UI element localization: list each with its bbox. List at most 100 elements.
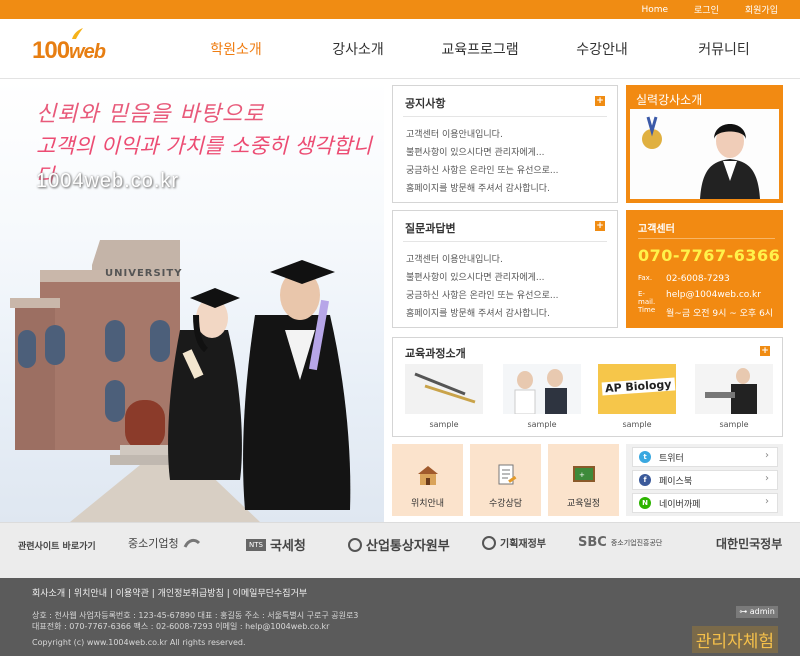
customer-phone: 070-7767-6366: [638, 246, 781, 265]
teacher-title: 실력강사소개: [636, 93, 703, 107]
key-icon: ⊶: [739, 607, 748, 616]
list-item[interactable]: 홈페이지를 방문해 주셔서 감사합니다.: [406, 305, 559, 323]
site-mosf[interactable]: 기획재정부: [482, 535, 546, 550]
teacher-box[interactable]: 실력강사소개: [626, 85, 783, 203]
book-title: AP Biology: [601, 377, 675, 396]
schedule-button[interactable]: + 교육일정: [548, 444, 619, 516]
footer: 회사소개 | 위치안내 | 이용약관 | 개인정보취급방침 | 이메일무단수집거…: [0, 578, 800, 656]
nav-item-instructors[interactable]: 강사소개: [297, 39, 419, 59]
courses-title: 교육과정소개: [405, 347, 466, 360]
related-sites: 관련사이트 바로가기 중소기업청 NTS 국세청 산업통상자원부 기획재정부 S…: [0, 522, 800, 578]
time-row: Time 월~금 오전 9시 ~ 오후 6시: [638, 306, 774, 319]
course-thumb[interactable]: AP Biology: [598, 364, 676, 414]
document-icon: [498, 464, 517, 485]
footer-links[interactable]: 회사소개 | 위치안내 | 이용약관 | 개인정보취급방침 | 이메일무단수집거…: [32, 586, 307, 599]
course-thumb[interactable]: [405, 364, 483, 414]
course-thumb[interactable]: [695, 364, 773, 414]
course-thumb[interactable]: [503, 364, 581, 415]
main-nav: 학원소개 강사소개 교육프로그램 수강안내 커뮤니티: [175, 19, 785, 79]
list-item[interactable]: 궁금하신 사항은 온라인 또는 유선으로...: [406, 162, 559, 180]
consult-button[interactable]: 수강상담: [470, 444, 541, 516]
list-item[interactable]: 불편사항이 있으시다면 관리자에게...: [406, 144, 559, 162]
chevron-right-icon: ›: [765, 450, 769, 461]
home-link[interactable]: Home: [641, 5, 668, 15]
site-sbc[interactable]: SBC 중소기업진흥공단: [578, 535, 662, 550]
sns-links: t 트위터 › f 페이스북 › N 네이버까페 ›: [626, 444, 783, 516]
course-caption: sample: [719, 420, 749, 429]
site-sme[interactable]: 중소기업청: [128, 535, 201, 551]
nav-item-programs[interactable]: 교육프로그램: [419, 39, 541, 59]
list-item[interactable]: 궁금하신 사항은 온라인 또는 유선으로...: [406, 287, 559, 305]
facebook-icon: f: [639, 474, 651, 486]
divider: [403, 241, 607, 242]
plus-icon[interactable]: +: [760, 346, 770, 356]
plus-icon[interactable]: +: [595, 96, 605, 106]
logo-word: web: [69, 41, 106, 63]
svg-text:+: +: [579, 471, 585, 479]
join-link[interactable]: 회원가입: [745, 3, 778, 16]
course-caption: sample: [622, 420, 652, 429]
company-info: 상호 : 천사웹 사업자등록번호 : 123-45-67890 대표 : 홍길동…: [32, 611, 359, 631]
school-icon: [418, 466, 438, 485]
qna-list: 고객센터 이용안내입니다. 불편사항이 있으시다면 관리자에게... 궁금하신 …: [406, 251, 559, 323]
customer-center: 고객센터 070-7767-6366 Fax. 02-6008-7293 E-m…: [626, 210, 783, 328]
location-button[interactable]: 위치안내: [392, 444, 463, 516]
email-value: help@1004web.co.kr: [666, 290, 761, 300]
schedule-label: 교육일정: [566, 499, 601, 509]
notice-list: 고객센터 이용안내입니다. 불편사항이 있으시다면 관리자에게... 궁금하신 …: [406, 126, 559, 198]
site-korea[interactable]: 대한민국정부: [716, 535, 782, 552]
header: 100web 학원소개 강사소개 교육프로그램 수강안내 커뮤니티: [0, 19, 800, 79]
teacher-photo: [630, 109, 779, 199]
site-motie[interactable]: 산업통상자원부: [348, 535, 450, 554]
sme-logo-icon: [183, 538, 200, 548]
naver-icon: N: [639, 497, 651, 509]
emblem-icon: [482, 535, 496, 550]
course-caption: sample: [527, 420, 557, 429]
list-item[interactable]: 고객센터 이용안내입니다.: [406, 126, 559, 144]
top-links: Home 로그인 회원가입: [641, 0, 778, 19]
list-item[interactable]: 불편사항이 있으시다면 관리자에게...: [406, 269, 559, 287]
nav-item-academy[interactable]: 학원소개: [175, 39, 297, 59]
course-caption: sample: [429, 420, 459, 429]
hero-domain: 1004web.co.kr: [36, 170, 180, 192]
notice-panel: 공지사항 + 고객센터 이용안내입니다. 불편사항이 있으시다면 관리자에게..…: [392, 85, 618, 203]
qna-panel: 질문과답변 + 고객센터 이용안내입니다. 불편사항이 있으시다면 관리자에게.…: [392, 210, 618, 328]
customer-title: 고객센터: [638, 224, 675, 235]
logo[interactable]: 100web: [32, 28, 106, 65]
wing-icon: [72, 28, 83, 39]
hero-slogan-line1: 신뢰와 믿음을 바탕으로: [36, 102, 265, 127]
chevron-right-icon: ›: [765, 473, 769, 484]
divider: [638, 238, 775, 239]
list-item[interactable]: 홈페이지를 방문해 주셔서 감사합니다.: [406, 180, 559, 198]
hero-banner: 신뢰와 믿음을 바탕으로 고객의 이익과 가치를 소중히 생각합니다 1004w…: [0, 80, 384, 522]
teacher-illustration: [642, 116, 760, 199]
top-bar: Home 로그인 회원가입: [0, 0, 800, 19]
consult-label: 수강상담: [488, 499, 523, 509]
nav-item-enrollment[interactable]: 수강안내: [541, 39, 663, 59]
site-nts[interactable]: NTS 국세청: [246, 535, 306, 554]
related-label: 관련사이트 바로가기: [18, 542, 96, 552]
login-link[interactable]: 로그인: [694, 3, 719, 16]
twitter-link[interactable]: t 트위터 ›: [632, 447, 778, 467]
logo-number: 100: [32, 37, 70, 64]
copyright: Copyright (c) www.1004web.co.kr All righ…: [32, 638, 246, 647]
divider: [403, 116, 607, 117]
qna-title: 질문과답변: [405, 222, 456, 235]
email-row: E-mail. help@1004web.co.kr: [638, 290, 761, 306]
chevron-right-icon: ›: [765, 496, 769, 507]
facebook-link[interactable]: f 페이스북 ›: [632, 470, 778, 490]
nav-item-community[interactable]: 커뮤니티: [663, 39, 785, 59]
location-label: 위치안내: [410, 499, 445, 509]
twitter-icon: t: [639, 451, 651, 463]
list-item[interactable]: 고객센터 이용안내입니다.: [406, 251, 559, 269]
fax-row: Fax. 02-6008-7293: [638, 274, 730, 284]
fax-value: 02-6008-7293: [666, 274, 730, 284]
chalkboard-icon: +: [573, 466, 595, 482]
admin-button[interactable]: ⊶ admin: [736, 606, 778, 618]
emblem-icon: [348, 537, 362, 552]
notice-title: 공지사항: [405, 97, 446, 110]
plus-icon[interactable]: +: [595, 221, 605, 231]
building-sign: UNIVERSITY: [105, 268, 183, 279]
naver-cafe-link[interactable]: N 네이버까페 ›: [632, 493, 778, 513]
admin-experience-button[interactable]: 관리자체험: [691, 626, 778, 653]
